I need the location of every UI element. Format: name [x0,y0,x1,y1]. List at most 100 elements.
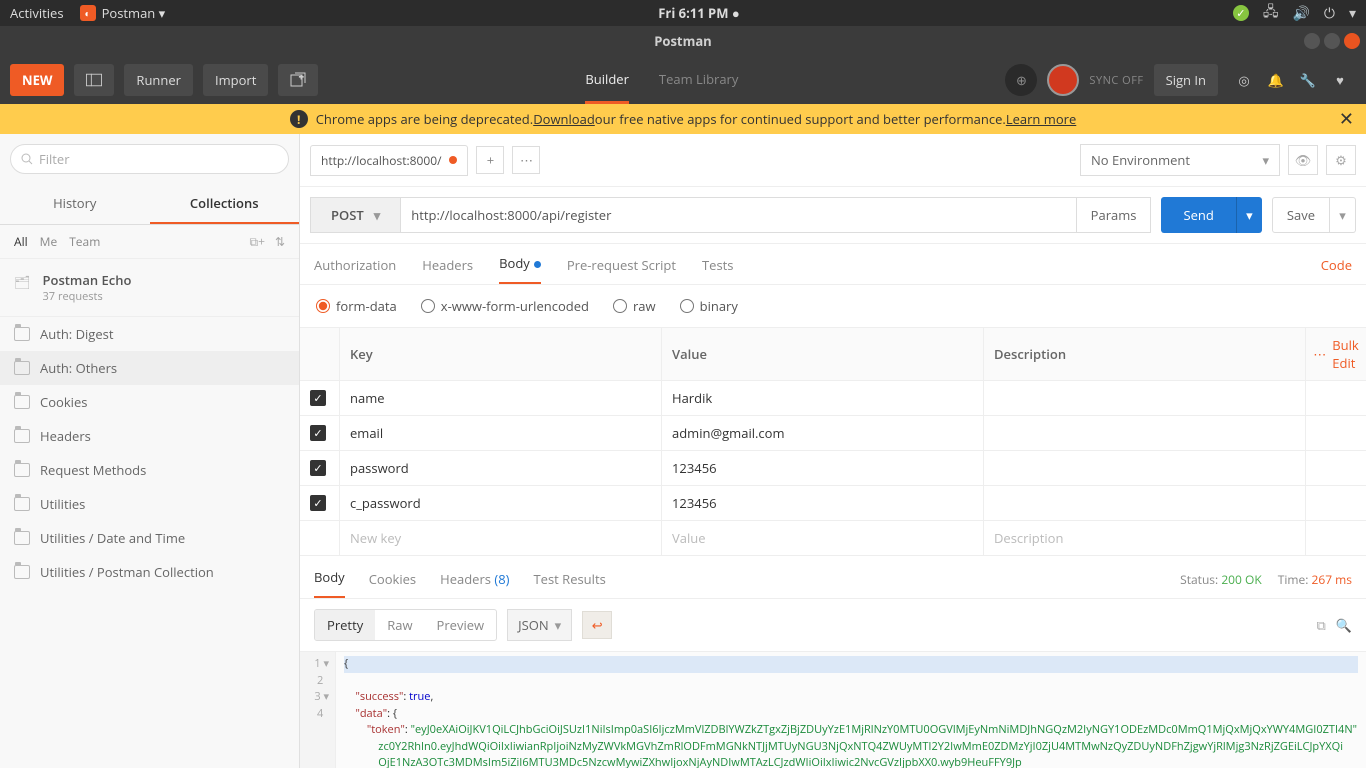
value-cell[interactable]: admin@gmail.com [662,416,984,450]
sidebar-item[interactable]: Auth: Others [0,351,299,385]
send-dropdown[interactable]: ▾ [1236,197,1262,233]
import-button[interactable]: Import [203,64,268,96]
key-cell[interactable]: name [340,381,662,415]
sign-in-button[interactable]: Sign In [1154,64,1218,96]
copy-response-icon[interactable]: ⧉ [1317,616,1326,634]
row-checkbox[interactable]: ✓ [310,390,326,406]
row-checkbox[interactable]: ✓ [310,495,326,511]
notifications-icon[interactable]: 🔔 [1260,64,1292,96]
subtab-all[interactable]: All [14,233,28,250]
value-cell[interactable]: 123456 [662,486,984,520]
radio-form-data[interactable]: form-data [316,297,397,315]
tab-prerequest[interactable]: Pre-request Script [567,256,676,284]
satellite-icon[interactable]: ◎ [1228,64,1260,96]
radio-urlencoded[interactable]: x-www-form-urlencoded [421,297,589,315]
new-collection-icon[interactable]: ⧉+ [250,233,265,250]
sidebar-item[interactable]: Cookies [0,385,299,419]
environment-select[interactable]: No Environment [1080,144,1280,176]
method-select[interactable]: POST ▾ [310,197,401,233]
request-tab[interactable]: http://localhost:8000/ [310,145,468,176]
row-checkbox[interactable]: ✓ [310,425,326,441]
sidebar-item[interactable]: Utilities / Date and Time [0,521,299,555]
banner-close-icon[interactable]: ✕ [1339,107,1354,131]
maximize-button[interactable] [1324,33,1340,49]
resp-tab-cookies[interactable]: Cookies [369,570,416,598]
wrap-lines-icon[interactable]: ↩ [582,611,612,639]
heart-icon[interactable]: ♥ [1324,64,1356,96]
download-link[interactable]: Download [533,110,595,128]
view-raw[interactable]: Raw [375,610,424,640]
tab-body[interactable]: Body [499,254,541,284]
key-cell[interactable]: c_password [340,486,662,520]
filter-input[interactable]: Filter [10,144,289,174]
sidebar-item[interactable]: Utilities / Postman Collection [0,555,299,589]
desc-cell[interactable] [984,416,1306,450]
resp-tab-body[interactable]: Body [314,568,345,598]
environment-settings-icon[interactable]: ⚙ [1326,145,1356,175]
row-checkbox[interactable]: ✓ [310,460,326,476]
tab-options-button[interactable]: ⋯ [512,146,540,174]
format-select[interactable]: JSON ▾ [507,609,572,641]
caret-down-icon[interactable]: ▾ [1349,4,1356,23]
network-icon[interactable]: 🖧 [1263,1,1279,25]
desc-cell[interactable] [984,486,1306,520]
key-cell[interactable]: password [340,451,662,485]
sidebar-item[interactable]: Auth: Digest [0,317,299,351]
sidebar-item[interactable]: Utilities [0,487,299,521]
subtab-team[interactable]: Team [69,233,100,250]
value-cell[interactable]: 123456 [662,451,984,485]
save-button[interactable]: Save [1272,197,1330,233]
capture-icon[interactable]: ⊕ [1005,64,1037,96]
sort-icon[interactable]: ⇅ [275,233,285,250]
desc-cell[interactable] [984,451,1306,485]
environment-quicklook-icon[interactable]: 👁 [1288,145,1318,175]
send-button[interactable]: Send [1161,197,1235,233]
new-key-input[interactable]: New key [340,521,662,555]
collection-header[interactable]: 🗂 Postman Echo 37 requests [0,259,299,317]
subtab-me[interactable]: Me [40,233,58,250]
tab-authorization[interactable]: Authorization [314,256,396,284]
tab-headers[interactable]: Headers [422,256,473,284]
sidebar-item[interactable]: Request Methods [0,453,299,487]
sidebar-item[interactable]: Headers [0,419,299,453]
settings-icon[interactable]: 🔧 [1292,64,1324,96]
tab-collections[interactable]: Collections [150,184,300,224]
resp-tab-headers[interactable]: Headers (8) [440,570,509,598]
app-menu[interactable]: ◐ Postman ▾ [80,4,166,22]
search-response-icon[interactable]: 🔍 [1336,616,1352,634]
bulk-edit-link[interactable]: ⋯Bulk Edit [1306,328,1366,380]
add-tab-button[interactable]: + [476,146,504,174]
tab-builder[interactable]: Builder [585,56,629,104]
activities-button[interactable]: Activities [10,4,64,22]
runner-button[interactable]: Runner [124,64,193,96]
desc-cell[interactable] [984,381,1306,415]
view-pretty[interactable]: Pretty [315,610,375,640]
tab-history[interactable]: History [0,184,150,224]
url-input[interactable]: http://localhost:8000/api/register [401,197,1076,233]
key-cell[interactable]: email [340,416,662,450]
save-dropdown[interactable]: ▾ [1330,197,1356,233]
sync-icon[interactable] [1047,64,1079,96]
radio-binary[interactable]: binary [680,297,738,315]
value-cell[interactable]: Hardik [662,381,984,415]
new-value-input[interactable]: Value [662,521,984,555]
new-button[interactable]: NEW [10,64,64,96]
status-ok-icon[interactable]: ✓ [1233,5,1249,21]
power-icon[interactable]: ⏻ [1324,4,1335,23]
tab-team-library[interactable]: Team Library [659,56,738,104]
resp-tab-tests[interactable]: Test Results [534,570,606,598]
new-window-button[interactable]: + [278,64,318,96]
tab-tests[interactable]: Tests [702,256,733,284]
response-body[interactable]: 1 ▾ 2 3 ▾ 4 5 6 { "success": true, "data… [300,652,1366,768]
radio-raw[interactable]: raw [613,297,656,315]
code-link[interactable]: Code [1321,256,1352,284]
new-desc-input[interactable]: Description [984,521,1306,555]
params-button[interactable]: Params [1077,197,1152,233]
view-preview[interactable]: Preview [425,610,497,640]
clock[interactable]: Fri 6:11 PM ● [165,4,1233,22]
close-button[interactable] [1344,33,1360,49]
volume-icon[interactable]: 🔊 [1292,4,1309,23]
toggle-sidebar-button[interactable] [74,64,114,96]
learn-more-link[interactable]: Learn more [1006,110,1076,128]
minimize-button[interactable] [1304,33,1320,49]
